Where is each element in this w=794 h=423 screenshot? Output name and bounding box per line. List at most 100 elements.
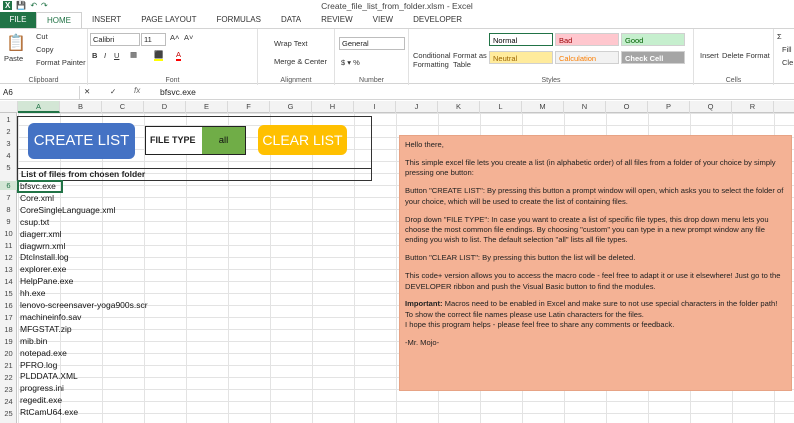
paste-icon[interactable]: 📋 bbox=[6, 33, 26, 53]
clear-list-button[interactable]: CLEAR LIST bbox=[258, 125, 347, 155]
row-header-24[interactable]: 24 bbox=[0, 397, 17, 406]
fill-button[interactable]: Fill bbox=[782, 45, 792, 54]
row-header-17[interactable]: 17 bbox=[0, 313, 17, 322]
file-type-value[interactable]: all bbox=[202, 127, 245, 154]
tab-insert[interactable]: INSERT bbox=[82, 12, 131, 28]
row-header-16[interactable]: 16 bbox=[0, 301, 17, 310]
column-header-m[interactable]: M bbox=[522, 101, 564, 113]
selected-cell[interactable] bbox=[17, 180, 63, 193]
font-name-select[interactable]: Calibri bbox=[90, 33, 140, 46]
row-header-9[interactable]: 9 bbox=[0, 217, 17, 226]
format-cells-button[interactable]: Format bbox=[746, 51, 770, 60]
tab-file[interactable]: FILE bbox=[0, 12, 36, 28]
file-list-item[interactable]: hh.exe bbox=[20, 288, 46, 298]
wrap-text-button[interactable]: Wrap Text bbox=[274, 39, 308, 48]
column-header-f[interactable]: F bbox=[228, 101, 270, 113]
create-list-button[interactable]: CREATE LIST bbox=[28, 123, 135, 159]
currency-icon[interactable]: $ ▾ % bbox=[341, 58, 360, 67]
function-icon[interactable]: fx bbox=[134, 86, 140, 95]
file-list-item[interactable]: notepad.exe bbox=[20, 348, 67, 358]
row-header-19[interactable]: 19 bbox=[0, 337, 17, 346]
row-header-14[interactable]: 14 bbox=[0, 277, 17, 286]
cell-style-neutral[interactable]: Neutral bbox=[489, 51, 553, 64]
format-painter-button[interactable]: Format Painter bbox=[36, 58, 86, 67]
column-header-g[interactable]: G bbox=[270, 101, 312, 113]
file-list-item[interactable]: CoreSingleLanguage.xml bbox=[20, 205, 115, 215]
column-header-e[interactable]: E bbox=[186, 101, 228, 113]
row-header-25[interactable]: 25 bbox=[0, 409, 17, 418]
number-format-select[interactable]: General bbox=[339, 37, 405, 50]
column-header-c[interactable]: C bbox=[102, 101, 144, 113]
row-header-21[interactable]: 21 bbox=[0, 361, 17, 370]
insert-cells-button[interactable]: Insert bbox=[700, 51, 719, 60]
tab-view[interactable]: VIEW bbox=[363, 12, 403, 28]
row-header-18[interactable]: 18 bbox=[0, 325, 17, 334]
column-header-r[interactable]: R bbox=[732, 101, 774, 113]
tab-formulas[interactable]: FORMULAS bbox=[206, 12, 270, 28]
autosum-icon[interactable]: Σ bbox=[777, 32, 782, 41]
column-header-b[interactable]: B bbox=[60, 101, 102, 113]
column-header-q[interactable]: Q bbox=[690, 101, 732, 113]
tab-review[interactable]: REVIEW bbox=[311, 12, 363, 28]
cancel-icon[interactable]: ✕ bbox=[84, 87, 90, 96]
file-list-item[interactable]: RtCamU64.exe bbox=[20, 407, 78, 417]
column-header-a[interactable]: A bbox=[18, 101, 60, 113]
file-list-item[interactable]: lenovo-screensaver-yoga900s.scr bbox=[20, 300, 148, 310]
copy-button[interactable]: Copy bbox=[36, 45, 54, 54]
tab-developer[interactable]: DEVELOPER bbox=[403, 12, 472, 28]
row-header-5[interactable]: 5 bbox=[0, 163, 17, 172]
delete-cells-button[interactable]: Delete bbox=[722, 51, 744, 60]
file-list-item[interactable]: Core.xml bbox=[20, 193, 54, 203]
name-box[interactable]: A6 bbox=[0, 86, 80, 99]
column-header-d[interactable]: D bbox=[144, 101, 186, 113]
row-header-20[interactable]: 20 bbox=[0, 349, 17, 358]
column-header-i[interactable]: I bbox=[354, 101, 396, 113]
enter-icon[interactable]: ✓ bbox=[110, 87, 116, 96]
file-list-item[interactable]: DtcInstall.log bbox=[20, 252, 69, 262]
font-color-icon[interactable]: A bbox=[176, 50, 182, 61]
file-list-item[interactable]: explorer.exe bbox=[20, 264, 66, 274]
cell-style-good[interactable]: Good bbox=[621, 33, 685, 46]
bold-icon[interactable]: B bbox=[92, 51, 97, 60]
column-header-k[interactable]: K bbox=[438, 101, 480, 113]
column-header-n[interactable]: N bbox=[564, 101, 606, 113]
row-header-13[interactable]: 13 bbox=[0, 265, 17, 274]
paste-button[interactable]: Paste bbox=[4, 54, 23, 63]
shrink-font-icon[interactable]: A˅ bbox=[184, 33, 193, 42]
merge-center-button[interactable]: Merge & Center bbox=[274, 57, 327, 66]
tab-data[interactable]: DATA bbox=[271, 12, 311, 28]
row-header-6[interactable]: 6 bbox=[0, 181, 17, 190]
row-header-15[interactable]: 15 bbox=[0, 289, 17, 298]
file-list-item[interactable]: progress.ini bbox=[20, 383, 64, 393]
column-header-o[interactable]: O bbox=[606, 101, 648, 113]
row-header-4[interactable]: 4 bbox=[0, 151, 17, 160]
row-header-22[interactable]: 22 bbox=[0, 373, 17, 382]
borders-icon[interactable]: ▦ bbox=[130, 50, 137, 59]
file-list-item[interactable]: MFGSTAT.zip bbox=[20, 324, 72, 334]
row-header-2[interactable]: 2 bbox=[0, 127, 17, 136]
cell-style-normal[interactable]: Normal bbox=[489, 33, 553, 46]
row-header-10[interactable]: 10 bbox=[0, 229, 17, 238]
file-list-item[interactable]: PLDDATA.XML bbox=[20, 371, 78, 381]
column-header-l[interactable]: L bbox=[480, 101, 522, 113]
file-list-item[interactable]: diagwrn.xml bbox=[20, 241, 65, 251]
file-list-item[interactable]: regedit.exe bbox=[20, 395, 62, 405]
cell-style-calculation[interactable]: Calculation bbox=[555, 51, 619, 64]
tab-home[interactable]: HOME bbox=[36, 12, 82, 28]
column-header-h[interactable]: H bbox=[312, 101, 354, 113]
file-list-item[interactable]: mib.bin bbox=[20, 336, 47, 346]
cell-style-check-cell[interactable]: Check Cell bbox=[621, 51, 685, 64]
row-header-3[interactable]: 3 bbox=[0, 139, 17, 148]
row-header-1[interactable]: 1 bbox=[0, 115, 17, 124]
row-header-11[interactable]: 11 bbox=[0, 241, 17, 250]
italic-icon[interactable]: I bbox=[104, 51, 106, 60]
font-size-select[interactable]: 11 bbox=[141, 33, 166, 46]
clear-button[interactable]: Cle bbox=[782, 58, 793, 67]
row-header-7[interactable]: 7 bbox=[0, 193, 17, 202]
underline-icon[interactable]: U bbox=[114, 51, 119, 60]
select-all-corner[interactable] bbox=[0, 101, 18, 113]
column-header-j[interactable]: J bbox=[396, 101, 438, 113]
conditional-formatting-button[interactable]: Conditional Formatting bbox=[413, 51, 457, 69]
file-list-item[interactable]: HelpPane.exe bbox=[20, 276, 73, 286]
file-list-item[interactable]: csup.txt bbox=[20, 217, 49, 227]
